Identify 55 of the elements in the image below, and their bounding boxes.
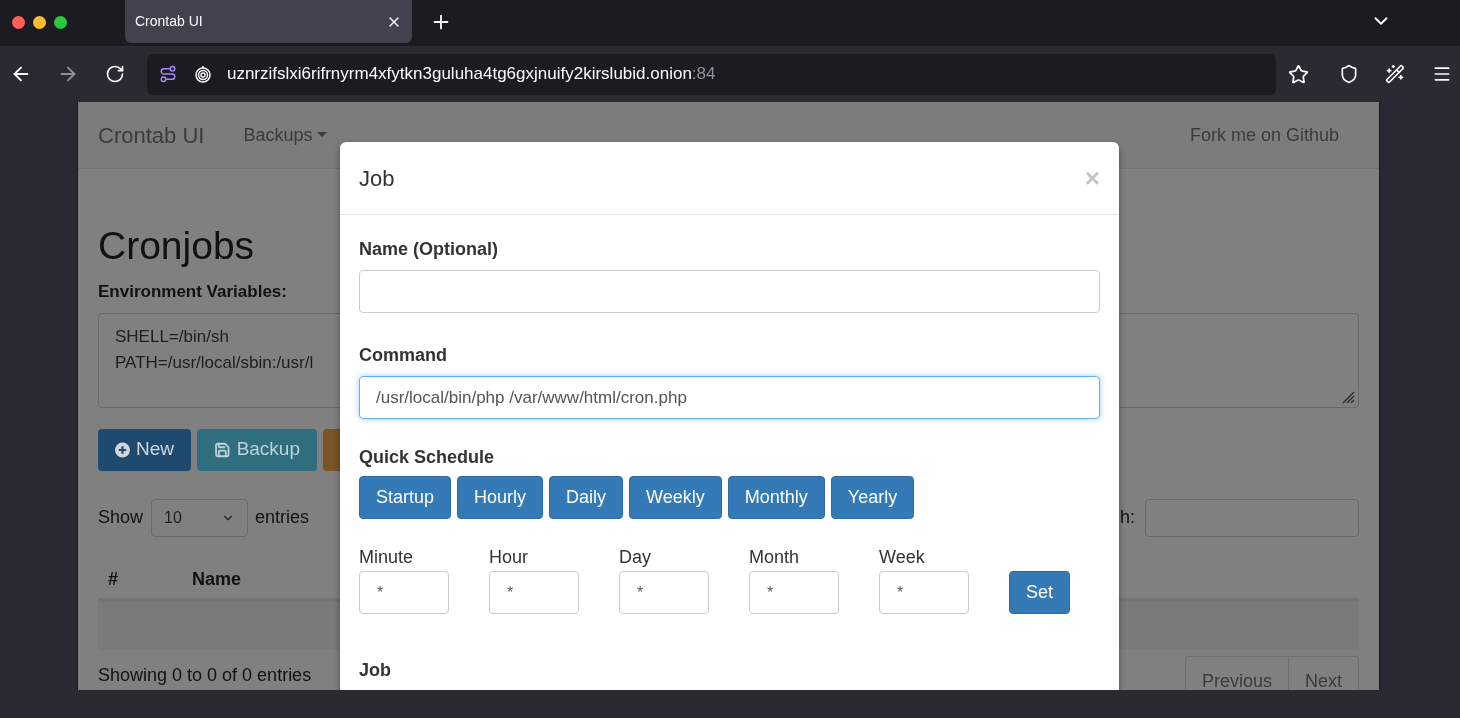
- schedule-field[interactable]: *: [879, 571, 969, 614]
- backups-menu[interactable]: Backups: [243, 121, 328, 149]
- quick-schedule-button[interactable]: Yearly: [830, 476, 915, 519]
- schedule-label: Minute: [359, 546, 414, 569]
- browser-tab[interactable]: Crontab UI: [125, 0, 412, 43]
- schedule-label: Hour: [489, 546, 528, 569]
- resize-handle-icon[interactable]: [1341, 389, 1355, 404]
- bookmark-star-icon[interactable]: [1288, 63, 1310, 85]
- field-label: Command: [359, 344, 447, 367]
- column-header[interactable]: #: [108, 566, 192, 593]
- schedule-field[interactable]: *: [619, 571, 709, 614]
- new-button[interactable]: New: [98, 428, 191, 471]
- search-label: h:: [1120, 506, 1135, 529]
- backup-button[interactable]: Backup: [197, 428, 317, 471]
- schedule-label: Month: [749, 546, 800, 569]
- schedule-field[interactable]: *: [749, 571, 839, 614]
- address-bar[interactable]: uznrzifslxi6rifrnyrm4xfytkn3guluha4tg6gxjnuify2kirslubid.onion:84: [146, 53, 1277, 95]
- show-label: Show: [98, 506, 144, 529]
- route-icon[interactable]: [158, 65, 177, 83]
- url-text: uznrzifslxi6rifrnyrm4xfytkn3guluha4tg6gxjnuify2kirslubid.onion:84: [226, 63, 716, 86]
- schedule-field[interactable]: *: [489, 571, 579, 614]
- schedule-field[interactable]: *: [359, 571, 449, 614]
- pagination-button[interactable]: Next: [1289, 655, 1359, 690]
- set-button[interactable]: Set: [1009, 571, 1070, 614]
- quick-schedule-button[interactable]: Hourly: [457, 476, 544, 519]
- github-link[interactable]: Fork me on Github: [1189, 121, 1339, 149]
- page-heading: Cronjobs: [98, 223, 255, 269]
- pagination-button[interactable]: Previous: [1184, 655, 1289, 690]
- schedule-label: Week: [879, 546, 925, 569]
- env-line: PATH=/usr/local/sbin:/usr/l: [115, 351, 314, 374]
- sparkle-wand-icon[interactable]: [1385, 64, 1405, 84]
- onion-icon[interactable]: [194, 65, 211, 83]
- entries-label: entries: [255, 506, 310, 529]
- quick-schedule-button[interactable]: Startup: [359, 476, 452, 519]
- job-section-label: Job: [359, 659, 391, 682]
- quick-schedule-button[interactable]: Daily: [549, 476, 624, 519]
- env-label: Environment Variables:: [98, 281, 287, 303]
- floppy-icon: [214, 440, 231, 459]
- quick-schedule-button[interactable]: Monthly: [727, 476, 825, 519]
- quick-schedule-button[interactable]: Weekly: [629, 476, 722, 519]
- text-field[interactable]: /usr/local/bin/php /var/www/html/cron.php: [359, 376, 1100, 419]
- column-header[interactable]: Name: [192, 566, 242, 593]
- plus-circle-icon: [115, 440, 130, 459]
- brand-title[interactable]: Crontab UI: [98, 118, 205, 152]
- reload-icon[interactable]: [104, 64, 125, 84]
- text-field[interactable]: [359, 270, 1100, 313]
- schedule-label: Day: [619, 546, 651, 569]
- entries-select[interactable]: 10: [151, 498, 249, 537]
- table-info: Showing 0 to 0 of 0 entries: [98, 663, 312, 686]
- modal-title: Job: [359, 164, 395, 193]
- env-line: SHELL=/bin/sh: [115, 325, 229, 348]
- quick-schedule-label: Quick Schedule: [359, 446, 495, 469]
- tab-title: Crontab UI: [135, 12, 203, 31]
- menu-icon[interactable]: [1432, 64, 1452, 84]
- field-label: Name (Optional): [359, 238, 498, 261]
